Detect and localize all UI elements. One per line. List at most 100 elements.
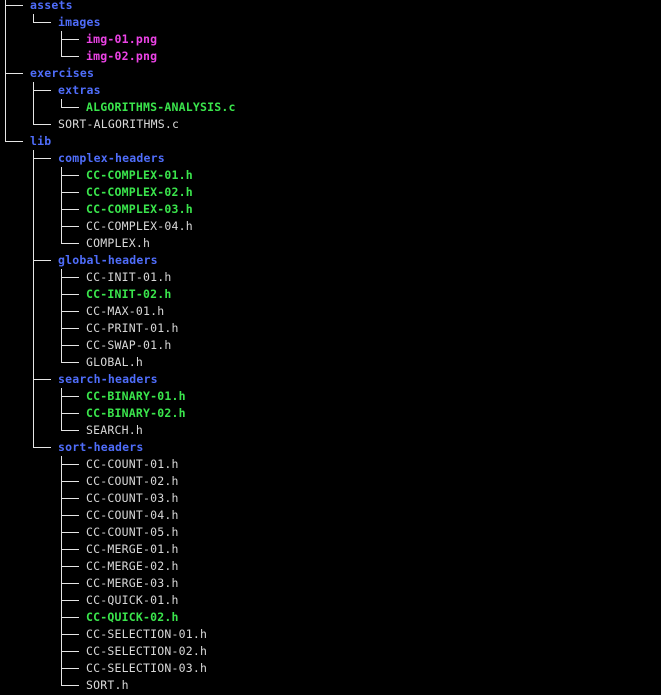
file-name[interactable]: CC-INIT-01.h bbox=[86, 269, 171, 286]
directory-name[interactable]: global-headers bbox=[58, 252, 158, 269]
executable-file-name[interactable]: CC-BINARY-02.h bbox=[86, 405, 186, 422]
tree-branch-line bbox=[33, 90, 51, 91]
file-name[interactable]: COMPLEX.h bbox=[86, 235, 150, 252]
directory-name[interactable]: assets bbox=[30, 0, 73, 14]
tree-row: COMPLEX.h bbox=[0, 235, 661, 252]
tree-row: CC-COUNT-02.h bbox=[0, 473, 661, 490]
tree-vertical-line bbox=[5, 14, 6, 31]
tree-connector-line bbox=[5, 65, 6, 82]
file-name[interactable]: CC-COUNT-04.h bbox=[86, 507, 179, 524]
directory-name[interactable]: extras bbox=[58, 82, 101, 99]
tree-vertical-line bbox=[5, 82, 6, 99]
tree-row: CC-COUNT-05.h bbox=[0, 524, 661, 541]
tree-connector-line bbox=[5, 133, 6, 142]
tree-branch-line bbox=[61, 175, 79, 176]
tree-row: SORT.h bbox=[0, 677, 661, 694]
file-name[interactable]: CC-MAX-01.h bbox=[86, 303, 164, 320]
tree-row: SORT-ALGORITHMS.c bbox=[0, 116, 661, 133]
tree-connector-line bbox=[61, 184, 62, 201]
file-name[interactable]: CC-SELECTION-03.h bbox=[86, 660, 207, 677]
file-name[interactable]: CC-COUNT-01.h bbox=[86, 456, 179, 473]
file-name[interactable]: CC-COUNT-02.h bbox=[86, 473, 179, 490]
directory-name[interactable]: lib bbox=[30, 133, 51, 150]
tree-connector-line bbox=[61, 592, 62, 609]
tree-connector-line bbox=[61, 303, 62, 320]
tree-row: extras bbox=[0, 82, 661, 99]
tree-branch-line bbox=[61, 311, 79, 312]
file-name[interactable]: CC-COUNT-03.h bbox=[86, 490, 179, 507]
image-file-name[interactable]: img-02.png bbox=[86, 48, 157, 65]
tree-connector-line bbox=[33, 116, 34, 125]
file-name[interactable]: CC-SELECTION-01.h bbox=[86, 626, 207, 643]
file-name[interactable]: CC-COMPLEX-04.h bbox=[86, 218, 193, 235]
tree-row: CC-COMPLEX-04.h bbox=[0, 218, 661, 235]
tree-connector-line bbox=[61, 337, 62, 354]
executable-file-name[interactable]: CC-COMPLEX-03.h bbox=[86, 201, 193, 218]
file-name[interactable]: CC-QUICK-01.h bbox=[86, 592, 179, 609]
file-name[interactable]: CC-MERGE-02.h bbox=[86, 558, 179, 575]
tree-row: complex-headers bbox=[0, 150, 661, 167]
file-name[interactable]: CC-SWAP-01.h bbox=[86, 337, 171, 354]
tree-row: CC-COMPLEX-02.h bbox=[0, 184, 661, 201]
file-name[interactable]: CC-PRINT-01.h bbox=[86, 320, 179, 337]
tree-vertical-line bbox=[5, 31, 6, 48]
tree-connector-line bbox=[61, 201, 62, 218]
executable-file-name[interactable]: CC-QUICK-02.h bbox=[86, 609, 179, 626]
tree-branch-line bbox=[61, 226, 79, 227]
executable-file-name[interactable]: CC-COMPLEX-02.h bbox=[86, 184, 193, 201]
tree-connector-line bbox=[33, 82, 34, 99]
tree-branch-line bbox=[33, 447, 51, 448]
tree-branch-line bbox=[61, 464, 79, 465]
tree-branch-line bbox=[61, 345, 79, 346]
directory-name[interactable]: exercises bbox=[30, 65, 94, 82]
file-name[interactable]: CC-MERGE-01.h bbox=[86, 541, 179, 558]
tree-connector-line bbox=[33, 252, 34, 269]
tree-connector-line bbox=[61, 524, 62, 541]
file-name[interactable]: CC-MERGE-03.h bbox=[86, 575, 179, 592]
tree-row: exercises bbox=[0, 65, 661, 82]
tree-connector-line bbox=[61, 99, 62, 108]
file-name[interactable]: CC-COUNT-05.h bbox=[86, 524, 179, 541]
image-file-name[interactable]: img-01.png bbox=[86, 31, 157, 48]
tree-connector-line bbox=[61, 320, 62, 337]
directory-name[interactable]: search-headers bbox=[58, 371, 158, 388]
tree-branch-line bbox=[61, 532, 79, 533]
tree-row: ALGORITHMS-ANALYSIS.c bbox=[0, 99, 661, 116]
tree-branch-line bbox=[61, 600, 79, 601]
tree-row: CC-MAX-01.h bbox=[0, 303, 661, 320]
tree-row: CC-SELECTION-01.h bbox=[0, 626, 661, 643]
file-name[interactable]: CC-SELECTION-02.h bbox=[86, 643, 207, 660]
tree-branch-line bbox=[61, 583, 79, 584]
tree-connector-line bbox=[61, 541, 62, 558]
executable-file-name[interactable]: ALGORITHMS-ANALYSIS.c bbox=[86, 99, 236, 116]
tree-connector-line bbox=[61, 48, 62, 57]
directory-name[interactable]: sort-headers bbox=[58, 439, 143, 456]
directory-name[interactable]: images bbox=[58, 14, 101, 31]
tree-branch-line bbox=[5, 73, 23, 74]
file-name[interactable]: SORT.h bbox=[86, 677, 129, 694]
tree-branch-line bbox=[61, 481, 79, 482]
tree-connector-line bbox=[61, 286, 62, 303]
file-name[interactable]: SEARCH.h bbox=[86, 422, 143, 439]
tree-connector-line bbox=[33, 150, 34, 167]
tree-connector-line bbox=[61, 626, 62, 643]
tree-connector-line bbox=[61, 218, 62, 235]
tree-connector-line bbox=[5, 0, 6, 14]
tree-branch-line bbox=[33, 158, 51, 159]
tree-connector-line bbox=[33, 371, 34, 388]
directory-name[interactable]: complex-headers bbox=[58, 150, 165, 167]
tree-vertical-line bbox=[33, 422, 34, 439]
tree-branch-line bbox=[61, 651, 79, 652]
file-name[interactable]: GLOBAL.h bbox=[86, 354, 143, 371]
tree-guides bbox=[0, 133, 661, 150]
executable-file-name[interactable]: CC-BINARY-01.h bbox=[86, 388, 186, 405]
tree-row: CC-COUNT-01.h bbox=[0, 456, 661, 473]
tree-row: CC-SELECTION-03.h bbox=[0, 660, 661, 677]
tree-branch-line bbox=[61, 243, 79, 244]
executable-file-name[interactable]: CC-COMPLEX-01.h bbox=[86, 167, 193, 184]
executable-file-name[interactable]: CC-INIT-02.h bbox=[86, 286, 171, 303]
file-name[interactable]: SORT-ALGORITHMS.c bbox=[58, 116, 179, 133]
tree-branch-line bbox=[5, 5, 23, 6]
tree-row: SEARCH.h bbox=[0, 422, 661, 439]
tree-branch-line bbox=[61, 549, 79, 550]
